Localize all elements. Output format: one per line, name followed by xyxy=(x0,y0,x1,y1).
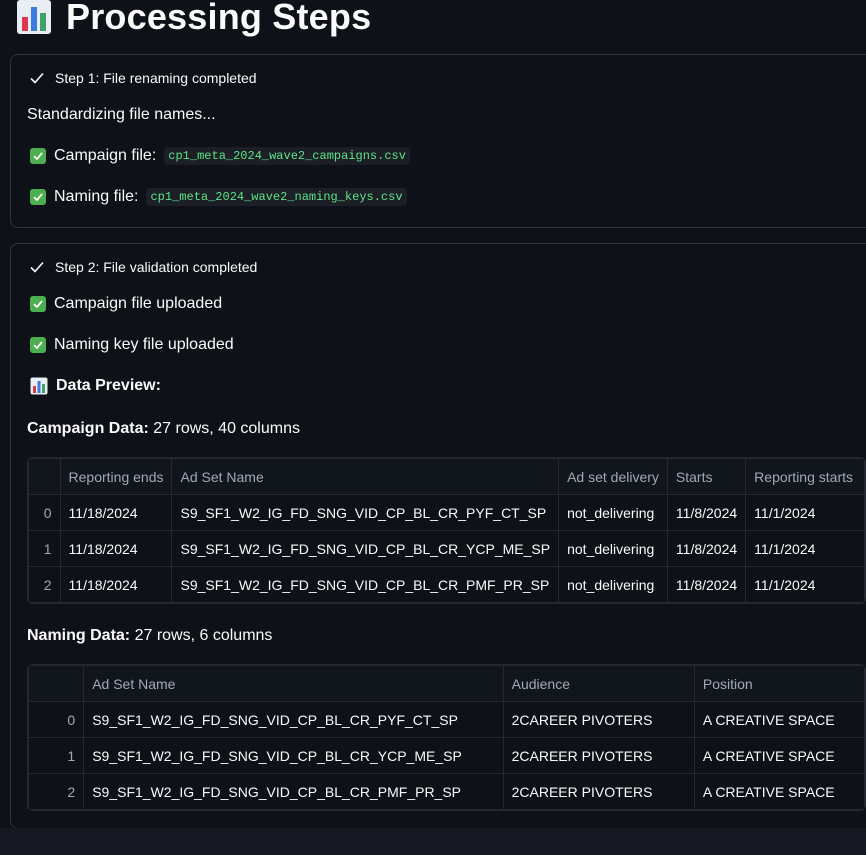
table-row: 2 S9_SF1_W2_IG_FD_SNG_VID_CP_BL_CR_PMF_P… xyxy=(28,773,865,810)
table-cell[interactable]: 11/8/2024 xyxy=(666,494,747,531)
naming-data-info: 27 rows, 6 columns xyxy=(134,627,273,644)
naming-file-line: Naming file: cp1_meta_2024_wave2_naming_… xyxy=(30,188,407,206)
table-row: 1 S9_SF1_W2_IG_FD_SNG_VID_CP_BL_CR_YCP_M… xyxy=(28,737,865,774)
row-index[interactable]: 2 xyxy=(28,773,85,810)
naming-file-name: cp1_meta_2024_wave2_naming_keys.csv xyxy=(146,188,407,206)
table-cell[interactable]: 11/1/2024 xyxy=(745,530,865,567)
step1-header[interactable]: Step 1: File renaming completed xyxy=(29,70,257,86)
step2-header-label: Step 2: File validation completed xyxy=(55,259,258,275)
column-header[interactable] xyxy=(28,665,85,702)
column-header[interactable]: Starts xyxy=(666,458,747,495)
naming-uploaded-text: Naming key file uploaded xyxy=(54,336,234,353)
table-row: 2 11/18/2024 S9_SF1_W2_IG_FD_SNG_VID_CP_… xyxy=(28,566,865,603)
table-row: 0 11/18/2024 S9_SF1_W2_IG_FD_SNG_VID_CP_… xyxy=(28,494,865,531)
table-cell[interactable]: S9_SF1_W2_IG_FD_SNG_VID_CP_BL_CR_PMF_PR_… xyxy=(171,566,560,603)
page-title-text: Processing Steps xyxy=(66,0,372,37)
naming-data-summary: Naming Data: 27 rows, 6 columns xyxy=(27,627,272,645)
column-header[interactable]: Reporting starts xyxy=(745,458,865,495)
campaign-file-label: Campaign file: xyxy=(54,147,157,164)
row-index[interactable]: 1 xyxy=(28,737,85,774)
table-cell[interactable]: not_delivering xyxy=(558,566,668,603)
table-cell[interactable]: 11/1/2024 xyxy=(745,494,865,531)
row-index[interactable]: 2 xyxy=(28,566,61,603)
check-box-icon xyxy=(30,337,46,353)
table-cell[interactable]: 11/8/2024 xyxy=(666,566,747,603)
table-cell[interactable]: S9_SF1_W2_IG_FD_SNG_VID_CP_BL_CR_YCP_ME_… xyxy=(171,530,560,567)
row-index[interactable]: 0 xyxy=(28,701,85,738)
naming-file-label: Naming file: xyxy=(54,188,139,205)
table-cell[interactable]: 2CAREER PIVOTERS xyxy=(502,737,695,774)
naming-data-label: Naming Data: xyxy=(27,627,131,644)
table-cell[interactable]: A CREATIVE SPACE xyxy=(693,737,865,774)
check-box-icon xyxy=(30,189,46,205)
naming-uploaded-line: Naming key file uploaded xyxy=(30,336,234,354)
bar-chart-icon xyxy=(17,0,51,34)
table-cell[interactable]: not_delivering xyxy=(558,530,668,567)
column-header[interactable]: Ad Set Name xyxy=(171,458,560,495)
campaign-data-info: 27 rows, 40 columns xyxy=(153,420,300,437)
campaign-file-name: cp1_meta_2024_wave2_campaigns.csv xyxy=(164,147,410,165)
table-cell[interactable]: A CREATIVE SPACE xyxy=(693,773,865,810)
bar-chart-icon xyxy=(30,377,48,395)
data-preview-title: Data Preview: xyxy=(56,377,161,394)
campaign-data-summary: Campaign Data: 27 rows, 40 columns xyxy=(27,420,300,438)
data-preview-heading: Data Preview: xyxy=(30,377,161,395)
table-header-row: Reporting ends Ad Set Name Ad set delive… xyxy=(28,458,865,495)
column-header[interactable]: Audience xyxy=(502,665,695,702)
column-header[interactable]: Ad Set Name xyxy=(83,665,504,702)
table-cell[interactable]: S9_SF1_W2_IG_FD_SNG_VID_CP_BL_CR_PYF_CT_… xyxy=(83,701,504,738)
table-cell[interactable]: 11/18/2024 xyxy=(59,494,173,531)
campaign-uploaded-line: Campaign file uploaded xyxy=(30,295,222,313)
table-cell[interactable]: S9_SF1_W2_IG_FD_SNG_VID_CP_BL_CR_YCP_ME_… xyxy=(83,737,504,774)
table-cell[interactable]: A CREATIVE SPACE xyxy=(693,701,865,738)
check-box-icon xyxy=(30,296,46,312)
checkmark-icon xyxy=(30,261,44,273)
column-header[interactable]: Position xyxy=(693,665,865,702)
naming-data-table[interactable]: Ad Set Name Audience Position 0 S9_SF1_W… xyxy=(27,664,866,811)
column-header[interactable] xyxy=(28,458,61,495)
check-box-icon xyxy=(30,148,46,164)
step2-header[interactable]: Step 2: File validation completed xyxy=(29,259,257,275)
table-cell[interactable]: 11/18/2024 xyxy=(59,530,173,567)
table-cell[interactable]: 11/1/2024 xyxy=(745,566,865,603)
page-title: Processing Steps xyxy=(16,0,371,40)
step1-expander[interactable]: Step 1: File renaming completed Standard… xyxy=(10,54,866,228)
row-index[interactable]: 1 xyxy=(28,530,61,567)
table-header-row: Ad Set Name Audience Position xyxy=(28,665,865,702)
campaign-data-table[interactable]: Reporting ends Ad Set Name Ad set delive… xyxy=(27,457,866,604)
table-cell[interactable]: S9_SF1_W2_IG_FD_SNG_VID_CP_BL_CR_PYF_CT_… xyxy=(171,494,560,531)
table-row: 0 S9_SF1_W2_IG_FD_SNG_VID_CP_BL_CR_PYF_C… xyxy=(28,701,865,738)
campaign-uploaded-text: Campaign file uploaded xyxy=(54,295,223,312)
table-cell[interactable]: S9_SF1_W2_IG_FD_SNG_VID_CP_BL_CR_PMF_PR_… xyxy=(83,773,504,810)
table-cell[interactable]: 11/8/2024 xyxy=(666,530,747,567)
column-header[interactable]: Reporting ends xyxy=(59,458,173,495)
column-header[interactable]: Ad set delivery xyxy=(558,458,668,495)
campaign-data-label: Campaign Data: xyxy=(27,420,149,437)
checkmark-icon xyxy=(30,72,44,84)
campaign-file-line: Campaign file: cp1_meta_2024_wave2_campa… xyxy=(30,147,410,165)
table-cell[interactable]: 2CAREER PIVOTERS xyxy=(502,773,695,810)
table-cell[interactable]: 2CAREER PIVOTERS xyxy=(502,701,695,738)
table-cell[interactable]: 11/18/2024 xyxy=(59,566,173,603)
step1-header-label: Step 1: File renaming completed xyxy=(55,70,257,86)
row-index[interactable]: 0 xyxy=(28,494,61,531)
table-cell[interactable]: not_delivering xyxy=(558,494,668,531)
step1-intro: Standardizing file names... xyxy=(27,106,216,123)
table-row: 1 11/18/2024 S9_SF1_W2_IG_FD_SNG_VID_CP_… xyxy=(28,530,865,567)
bottom-strip xyxy=(0,828,866,855)
